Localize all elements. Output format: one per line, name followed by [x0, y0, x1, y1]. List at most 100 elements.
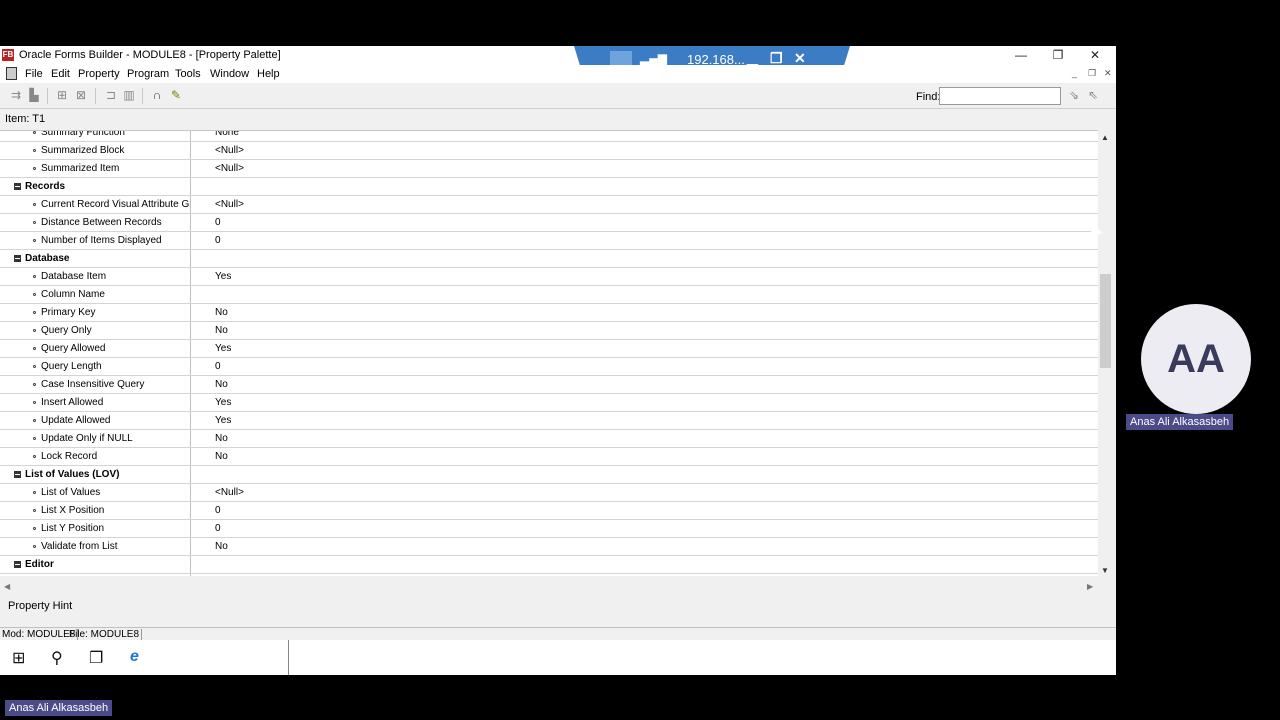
- collapse-toggle-icon[interactable]: [14, 255, 21, 262]
- collapse-toggle-icon[interactable]: [14, 471, 21, 478]
- property-value[interactable]: <Null>: [215, 196, 244, 213]
- property-row[interactable]: List of Values <Null>: [0, 484, 1098, 502]
- find-forward-icon[interactable]: ⇘: [1067, 88, 1081, 102]
- property-name-cell[interactable]: Database Item: [0, 268, 191, 285]
- property-value[interactable]: <Null>: [215, 160, 244, 177]
- property-name-cell[interactable]: Current Record Visual Attribute Grc: [0, 196, 191, 213]
- property-row[interactable]: Lock Record No: [0, 448, 1098, 466]
- property-name-cell[interactable]: Query Allowed: [0, 340, 191, 357]
- restore-button[interactable]: ❐: [1039, 46, 1077, 65]
- property-row[interactable]: List X Position 0: [0, 502, 1098, 520]
- find-input[interactable]: [939, 87, 1061, 105]
- scroll-down-icon[interactable]: ▼: [1101, 566, 1109, 575]
- delete-property-icon[interactable]: ⊠: [74, 88, 88, 102]
- collapse-toggle-icon[interactable]: [14, 183, 21, 190]
- property-value[interactable]: <Null>: [215, 142, 244, 159]
- scroll-left-icon[interactable]: ◀: [4, 582, 10, 591]
- property-name-cell[interactable]: Insert Allowed: [0, 394, 191, 411]
- property-row[interactable]: Primary Key No: [0, 304, 1098, 322]
- property-name-cell[interactable]: List of Values: [0, 484, 191, 501]
- horizontal-scrollbar[interactable]: ◀ ▶: [0, 580, 1098, 594]
- property-name-cell[interactable]: Validate from List: [0, 538, 191, 555]
- property-category-row[interactable]: Editor: [0, 556, 1098, 574]
- property-row[interactable]: Validate from List No: [0, 538, 1098, 556]
- property-row[interactable]: Column Name: [0, 286, 1098, 304]
- property-name-cell[interactable]: Query Length: [0, 358, 191, 375]
- task-view-icon[interactable]: ❐: [89, 648, 103, 668]
- copy-properties-icon[interactable]: ⇉: [9, 88, 23, 102]
- property-row[interactable]: Summarized Item <Null>: [0, 160, 1098, 178]
- property-name-cell[interactable]: Lock Record: [0, 448, 191, 465]
- property-value[interactable]: Yes: [215, 394, 231, 411]
- menu-program[interactable]: Program: [127, 68, 169, 80]
- property-row[interactable]: Query Length 0: [0, 358, 1098, 376]
- property-value[interactable]: 0: [215, 214, 221, 231]
- property-row[interactable]: Insert Allowed Yes: [0, 394, 1098, 412]
- property-name-cell[interactable]: Summarized Item: [0, 160, 191, 177]
- property-value[interactable]: 0: [215, 232, 221, 249]
- property-row[interactable]: List Y Position 0: [0, 520, 1098, 538]
- property-row[interactable]: Current Record Visual Attribute Grc <Null…: [0, 196, 1098, 214]
- property-row[interactable]: Summary Function None: [0, 131, 1098, 142]
- add-property-icon[interactable]: ⊞: [55, 88, 69, 102]
- property-category-row[interactable]: Database: [0, 250, 1098, 268]
- property-name-cell[interactable]: List X Position: [0, 502, 191, 519]
- menu-window[interactable]: Window: [210, 68, 249, 80]
- property-row[interactable]: Summarized Block <Null>: [0, 142, 1098, 160]
- paste-properties-icon[interactable]: ▙: [27, 88, 41, 102]
- property-row[interactable]: Case Insensitive Query No: [0, 376, 1098, 394]
- property-value[interactable]: Yes: [215, 412, 231, 429]
- property-category-row[interactable]: Records: [0, 178, 1098, 196]
- scroll-right-icon[interactable]: ▶: [1087, 582, 1093, 591]
- property-name-cell[interactable]: Distance Between Records: [0, 214, 191, 231]
- menu-property[interactable]: Property: [78, 68, 120, 80]
- search-icon[interactable]: ⚲: [51, 648, 63, 668]
- property-value[interactable]: <Null>: [215, 484, 244, 501]
- property-name-cell[interactable]: Records: [0, 178, 191, 195]
- find-backward-icon[interactable]: ⇖: [1086, 88, 1100, 102]
- mdi-restore-button[interactable]: ❐: [1088, 68, 1096, 79]
- signal-strength-icon[interactable]: ▂▄▆: [640, 51, 667, 65]
- property-value[interactable]: No: [215, 448, 228, 465]
- property-name-cell[interactable]: Summarized Block: [0, 142, 191, 159]
- menu-help[interactable]: Help: [257, 68, 280, 80]
- property-name-cell[interactable]: List Y Position: [0, 520, 191, 537]
- collapse-toggle-icon[interactable]: [14, 561, 21, 568]
- scroll-up-icon[interactable]: ▲: [1101, 133, 1109, 142]
- property-name-cell[interactable]: Update Allowed: [0, 412, 191, 429]
- property-value[interactable]: 0: [215, 502, 221, 519]
- property-row[interactable]: Distance Between Records 0: [0, 214, 1098, 232]
- property-value[interactable]: No: [215, 304, 228, 321]
- property-value[interactable]: No: [215, 376, 228, 393]
- property-name-cell[interactable]: Editor: [0, 574, 191, 576]
- property-value[interactable]: 0: [215, 358, 221, 375]
- taskbar-app-button[interactable]: [163, 640, 289, 675]
- property-value[interactable]: Yes: [215, 340, 231, 357]
- mdi-child-icon[interactable]: [6, 67, 17, 80]
- property-name-cell[interactable]: Primary Key: [0, 304, 191, 321]
- internet-explorer-icon[interactable]: e: [130, 648, 139, 666]
- intersection-icon[interactable]: ∩: [150, 88, 164, 102]
- property-value[interactable]: <Null>: [215, 574, 244, 576]
- property-name-cell[interactable]: Database: [0, 250, 191, 267]
- property-name-cell[interactable]: Editor: [0, 556, 191, 573]
- close-button[interactable]: ✕: [1076, 46, 1114, 65]
- mdi-minimize-button[interactable]: _: [1072, 68, 1077, 78]
- property-row[interactable]: Update Only if NULL No: [0, 430, 1098, 448]
- minimize-button[interactable]: —: [1002, 46, 1040, 65]
- property-value[interactable]: 0: [215, 520, 221, 537]
- expand-icon[interactable]: ⊐: [104, 88, 118, 102]
- property-value[interactable]: No: [215, 538, 228, 555]
- property-row[interactable]: Update Allowed Yes: [0, 412, 1098, 430]
- property-name-cell[interactable]: Column Name: [0, 286, 191, 303]
- property-name-cell[interactable]: Number of Items Displayed: [0, 232, 191, 249]
- scroll-thumb[interactable]: [1100, 274, 1111, 368]
- mdi-close-button[interactable]: ✕: [1104, 68, 1112, 79]
- menu-file[interactable]: File: [25, 68, 43, 80]
- property-name-cell[interactable]: Update Only if NULL: [0, 430, 191, 447]
- property-row[interactable]: Editor <Null>: [0, 574, 1098, 576]
- windows-start-icon[interactable]: ⊞: [12, 648, 25, 668]
- property-category-row[interactable]: List of Values (LOV): [0, 466, 1098, 484]
- property-row[interactable]: Number of Items Displayed 0: [0, 232, 1098, 250]
- property-name-cell[interactable]: Query Only: [0, 322, 191, 339]
